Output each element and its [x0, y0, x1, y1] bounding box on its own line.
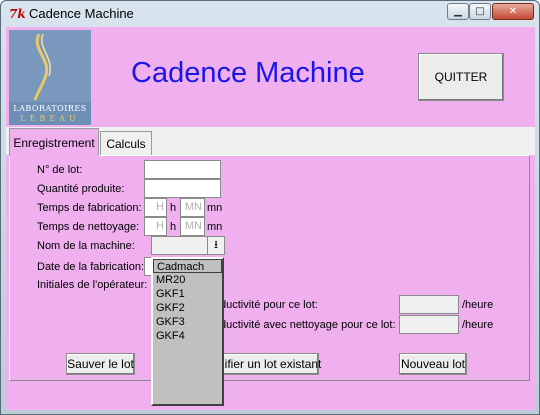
- quit-button[interactable]: QUITTER: [418, 53, 504, 101]
- clean-minutes-input[interactable]: MN: [180, 217, 205, 236]
- machine-label: Nom de la machine:: [37, 240, 135, 252]
- date-label: Date de la fabrication:: [37, 261, 145, 273]
- window-title: Cadence Machine: [29, 6, 134, 21]
- machine-option[interactable]: Cadmach: [153, 259, 222, 273]
- fab-minutes-unit: mn: [207, 202, 223, 214]
- app-title: Cadence Machine: [131, 57, 365, 89]
- maximize-button[interactable]: □: [469, 3, 491, 20]
- lot-input[interactable]: [144, 160, 221, 179]
- logo-text-lebeau: LEBEAU: [20, 114, 80, 123]
- close-button[interactable]: ✕: [492, 3, 534, 20]
- productivity-clean-label: ductivité avec nettoyage pour ce lot:: [220, 319, 396, 331]
- clean-time-label: Temps de nettoyage:: [37, 221, 140, 233]
- fab-hours-input[interactable]: H: [144, 198, 167, 217]
- tab-strip: Enregistrement Calculs: [6, 127, 535, 156]
- minimize-button[interactable]: ▁: [447, 3, 469, 20]
- app-window: 7k Cadence Machine ▁ □ ✕ LABORATOIRES LE…: [0, 0, 540, 415]
- tk-feather-icon: 7k: [9, 7, 26, 21]
- fab-hours-unit: h: [170, 202, 177, 214]
- clean-hours-input[interactable]: H: [144, 217, 167, 236]
- productivity-output: [399, 295, 459, 314]
- logo-swoosh-icon: [33, 33, 51, 101]
- save-lot-button[interactable]: Sauver le lot: [66, 353, 135, 375]
- logo-text-laboratoires: LABORATOIRES: [13, 104, 87, 113]
- machine-combo-field[interactable]: [151, 236, 208, 255]
- machine-dropdown-list: Cadmach MR20 GKF1 GKF2 GKF3 GKF4: [151, 257, 224, 406]
- clean-hours-unit: h: [170, 221, 177, 233]
- clean-minutes-unit: mn: [207, 221, 223, 233]
- productivity-label: ductivité pour ce lot:: [220, 299, 318, 311]
- machine-option[interactable]: GKF3: [153, 315, 222, 329]
- fab-minutes-input[interactable]: MN: [180, 198, 205, 217]
- company-logo: LABORATOIRES LEBEAU: [9, 30, 91, 125]
- title-bar: 7k Cadence Machine ▁ □ ✕: [1, 1, 539, 27]
- productivity-unit: /heure: [462, 299, 494, 311]
- fab-time-label: Temps de fabrication:: [37, 202, 142, 214]
- quantity-input[interactable]: [144, 179, 221, 198]
- initials-label: Initiales de l'opérateur:: [37, 279, 148, 291]
- new-lot-button[interactable]: Nouveau lot: [399, 353, 467, 375]
- minimize-icon: ▁: [454, 6, 462, 17]
- machine-option[interactable]: GKF1: [153, 287, 222, 301]
- tab-calculs[interactable]: Calculs: [100, 131, 152, 155]
- machine-option[interactable]: MR20: [153, 273, 222, 287]
- modify-lot-button[interactable]: difier un lot existant: [215, 353, 321, 375]
- machine-option[interactable]: GKF2: [153, 301, 222, 315]
- productivity-clean-unit: /heure: [462, 319, 494, 331]
- machine-dropdown-button[interactable]: ⭳: [207, 236, 225, 255]
- maximize-icon: □: [475, 6, 485, 17]
- lot-label: N° de lot:: [37, 164, 83, 176]
- tab-enregistrement[interactable]: Enregistrement: [9, 128, 99, 156]
- close-icon: ✕: [508, 6, 518, 17]
- productivity-clean-output: [399, 315, 459, 334]
- machine-option[interactable]: GKF4: [153, 329, 222, 343]
- quantity-label: Quantité produite:: [37, 183, 125, 195]
- arrow-down-icon: ⭳: [214, 238, 218, 251]
